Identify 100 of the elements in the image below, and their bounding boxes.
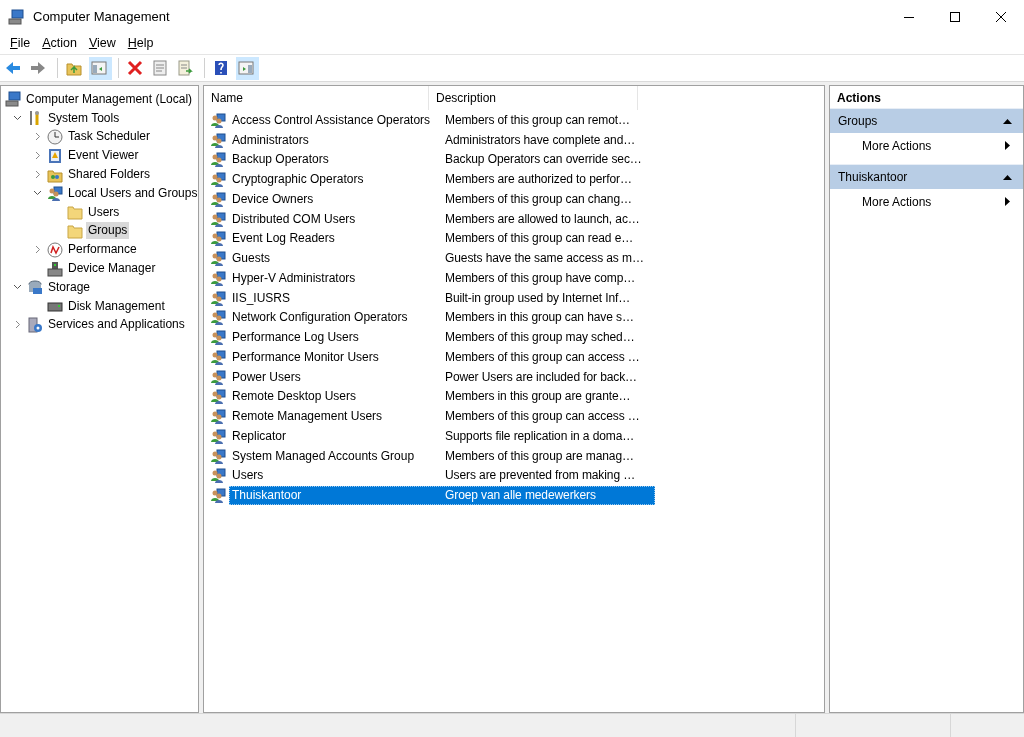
list-row[interactable]: Performance Monitor Users Members of this group can access … [229, 347, 655, 367]
user-group-icon [210, 289, 226, 306]
user-group-icon [210, 190, 226, 207]
column-header[interactable]: Name [204, 86, 429, 110]
list-row[interactable]: Distributed COM Users Members are allowed to launch, ac… [229, 209, 655, 229]
list-row[interactable]: Remote Management Users Members of this group can access … [229, 406, 655, 426]
collapsed-chevron-icon[interactable] [34, 245, 41, 255]
user-group-icon [210, 230, 226, 247]
actions-title: Actions [836, 90, 882, 107]
tree-item[interactable]: Storage [46, 278, 93, 296]
performance-icon [47, 241, 63, 258]
list-row[interactable]: Administrators Administrators have complete and… [229, 130, 655, 150]
properties-icon [152, 60, 168, 76]
action-link[interactable]: More Actions [862, 136, 932, 155]
user-group-icon [47, 185, 63, 202]
tree-item[interactable]: Users [86, 203, 122, 221]
list-row[interactable]: Cryptographic Operators Members are authorized to perfor… [229, 169, 655, 189]
folder-icon [67, 222, 83, 239]
list-row[interactable]: Network Configuration Operators Members in this group can have s… [229, 307, 655, 327]
user-group-icon [210, 309, 226, 326]
list-row[interactable]: Access Control Assistance Operators Members of this group can remot… [229, 110, 655, 130]
submenu-arrow-icon [1005, 141, 1010, 150]
event-log-icon [47, 147, 63, 164]
description-cell-text: Members of this group can access … [444, 348, 641, 366]
name-cell-text: Device Owners [231, 190, 315, 208]
name-cell-text: Distributed COM Users [231, 210, 357, 228]
list-row[interactable]: Remote Desktop Users Members in this group are grante… [229, 386, 655, 406]
tree-item[interactable]: Shared Folders [66, 166, 153, 184]
user-group-icon [210, 368, 226, 385]
description-cell-text: Members of this group can read e… [444, 230, 635, 248]
list-row[interactable]: Event Log Readers Members of this group can read e… [229, 228, 655, 248]
list-row[interactable]: Power Users Power Users are included for back… [229, 367, 655, 387]
expanded-chevron-icon[interactable] [33, 190, 42, 197]
collapse-icon[interactable] [1003, 174, 1012, 180]
tree-item[interactable]: Performance [66, 241, 139, 259]
tree-item[interactable]: Computer Management (Local) [24, 90, 195, 108]
tree-item[interactable]: Disk Management [66, 297, 167, 315]
pane-toggle-icon [91, 60, 107, 76]
tree-item[interactable]: Local Users and Groups [66, 184, 200, 202]
name-cell-text: Event Log Readers [231, 230, 336, 248]
computer-icon [5, 91, 21, 108]
tree-item[interactable]: Groups [86, 222, 130, 240]
expanded-chevron-icon[interactable] [13, 115, 22, 122]
collapsed-chevron-icon[interactable] [34, 151, 41, 161]
description-cell-text: Members in this group can have s… [444, 309, 635, 327]
pane-toggle-icon [238, 60, 254, 76]
tree-item[interactable]: Event Viewer [66, 147, 141, 165]
collapse-icon[interactable] [1003, 118, 1012, 124]
user-group-icon [210, 210, 226, 227]
menu-item[interactable]: View [82, 33, 122, 54]
name-cell-text: Users [231, 467, 265, 485]
list-row[interactable]: Replicator Supports file replication in a doma… [229, 426, 655, 446]
action-link[interactable]: More Actions [862, 192, 932, 211]
tree-item[interactable]: System Tools [46, 109, 122, 127]
user-group-icon [210, 388, 226, 405]
user-group-icon [210, 111, 226, 128]
menu-item[interactable]: File [4, 33, 37, 54]
description-cell-text: Guests have the same access as m… [444, 250, 645, 268]
list-row[interactable]: Performance Log Users Members of this group may sched… [229, 327, 655, 347]
description-cell-text: Supports file replication in a doma… [444, 427, 636, 445]
list-row[interactable]: Hyper-V Administrators Members of this group have comp… [229, 268, 655, 288]
collapsed-chevron-icon[interactable] [34, 170, 41, 180]
tree-item[interactable]: Services and Applications [46, 316, 187, 334]
list-row[interactable]: IIS_IUSRS Built-in group used by Internet Inf… [229, 288, 655, 308]
collapsed-chevron-icon[interactable] [14, 320, 21, 330]
delete-icon [127, 60, 143, 76]
list-row[interactable]: Thuiskantoor Groep van alle medewerkers [229, 485, 655, 505]
menu-item[interactable]: Help [121, 33, 160, 54]
folder-icon [67, 204, 83, 221]
list-row[interactable]: Guests Guests have the same access as m… [229, 248, 655, 268]
device-icon [47, 260, 63, 277]
description-cell-text: Power Users are included for back… [444, 368, 639, 386]
section-header[interactable]: Groups [838, 112, 878, 130]
computer-icon [8, 9, 24, 26]
user-group-icon [210, 487, 226, 504]
list-row[interactable]: Backup Operators Backup Operators can override sec… [229, 149, 655, 169]
close-icon [996, 11, 1006, 22]
menu-item[interactable]: Action [36, 33, 83, 54]
user-group-icon [210, 427, 226, 444]
name-cell-text: Access Control Assistance Operators [231, 111, 432, 129]
description-cell-text: Members in this group are grante… [444, 388, 632, 406]
name-cell-text: Backup Operators [231, 151, 330, 169]
column-header[interactable]: Description [429, 86, 638, 110]
tree-item[interactable]: Task Scheduler [66, 128, 153, 146]
list-row[interactable]: Device Owners Members of this group can chang… [229, 189, 655, 209]
description-cell-text: Groep van alle medewerkers [444, 487, 597, 505]
submenu-arrow-icon [1005, 197, 1010, 206]
maximize-icon [950, 11, 960, 22]
name-cell-text: IIS_IUSRS [231, 289, 292, 307]
user-group-icon [210, 250, 226, 267]
list-row[interactable]: Users Users are prevented from making … [229, 465, 655, 485]
name-cell-text: Thuiskantoor [231, 487, 303, 505]
expanded-chevron-icon[interactable] [13, 284, 22, 291]
user-group-icon [210, 131, 226, 148]
list-row[interactable]: System Managed Accounts Group Members of this group are manag… [229, 446, 655, 466]
tree-item[interactable]: Device Manager [66, 260, 158, 278]
collapsed-chevron-icon[interactable] [34, 132, 41, 142]
user-group-icon [210, 269, 226, 286]
description-cell-text: Members of this group have comp… [444, 269, 637, 287]
user-group-icon [210, 151, 226, 168]
